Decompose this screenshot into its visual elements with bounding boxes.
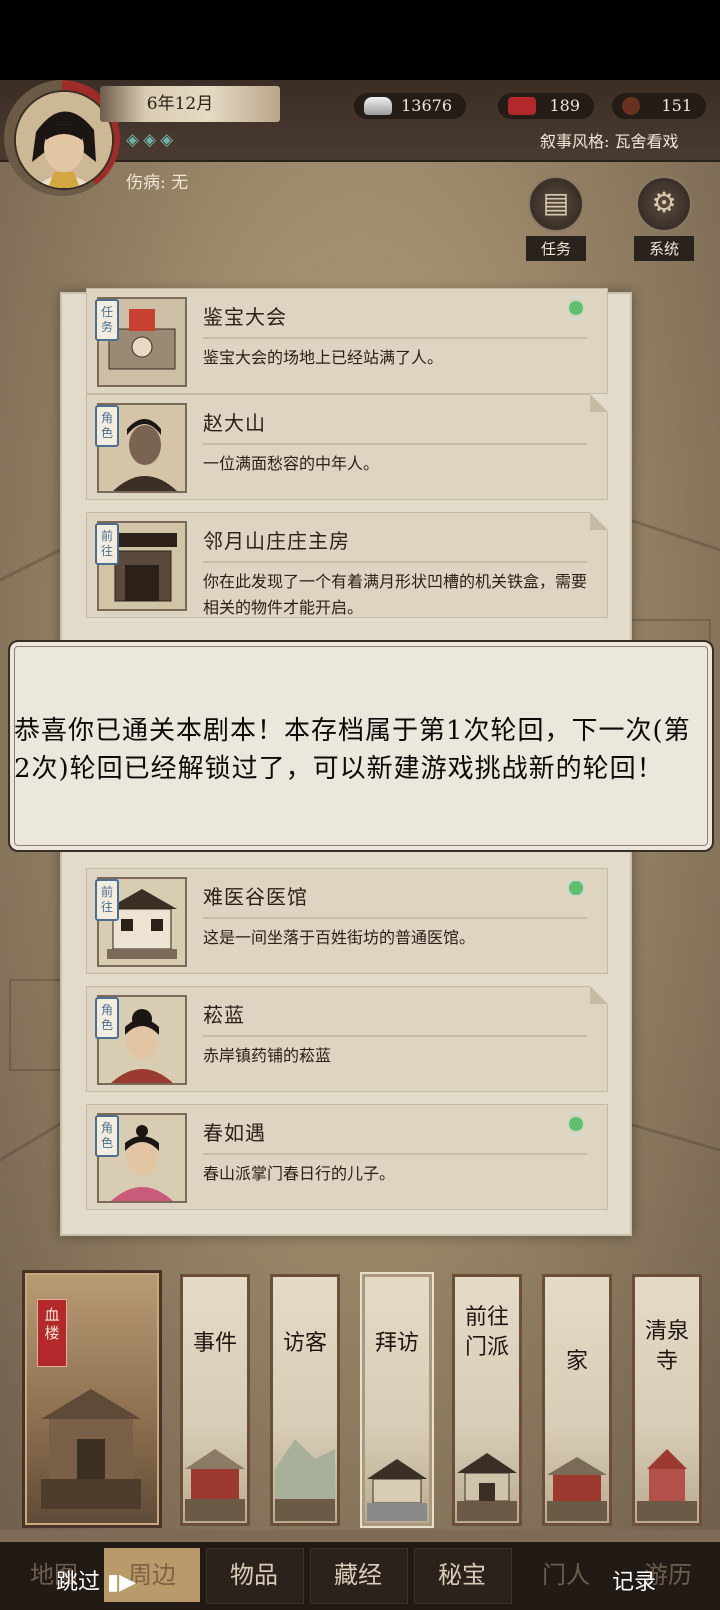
card-title: 春如遇: [203, 1121, 266, 1145]
nav-scriptures[interactable]: 藏经: [310, 1548, 406, 1602]
card-title: 菘蓝: [203, 1003, 245, 1027]
token-icon: [622, 97, 640, 115]
rank-diamonds-icon: ◈◈◈: [126, 130, 178, 150]
system-label: 系统: [634, 236, 694, 261]
location-visitor[interactable]: 访客: [270, 1274, 340, 1526]
page-fold-icon: [590, 986, 608, 1004]
new-indicator-icon: [567, 879, 585, 897]
record-button[interactable]: 记录: [612, 1564, 656, 1596]
gate-illustration: [41, 1389, 141, 1509]
location-name: 前往门派: [464, 1305, 509, 1360]
divider: [203, 1035, 587, 1037]
card-title: 难医谷医馆: [203, 885, 308, 909]
injury-status: 伤病: 无: [126, 173, 189, 193]
card-title: 邻月山庄庄主房: [203, 529, 350, 553]
task-button[interactable]: ▤ 任务: [526, 176, 586, 261]
location-name: 清泉寺: [644, 1319, 689, 1374]
divider: [203, 917, 587, 919]
card-title: 赵大山: [203, 411, 266, 435]
location-name: 事件: [192, 1331, 237, 1356]
card-description: 你在此发现了一个有着满月形状凹槽的机关铁盒，需要相关的物件才能开启。: [203, 572, 588, 617]
list-item[interactable]: 角色 赵大山 一位满面愁容的中年人。: [86, 394, 608, 500]
card-tag: 前往: [95, 523, 119, 565]
scenery-illustration: [457, 1453, 517, 1521]
location-home[interactable]: 家: [542, 1274, 612, 1526]
location-event[interactable]: 事件: [180, 1274, 250, 1526]
divider: [203, 337, 587, 339]
scroll-icon: ▤: [528, 176, 584, 232]
list-item[interactable]: 前往 难医谷医馆 这是一间坐落于百姓街坊的普通医馆。: [86, 868, 608, 974]
status-bar: [0, 0, 720, 80]
game-date: 6年12月: [146, 94, 214, 114]
card-tag: 前往: [95, 879, 119, 921]
card-tag: 任务: [95, 299, 119, 341]
card-description: 春山派掌门春日行的儿子。: [203, 1164, 396, 1183]
list-item[interactable]: 角色 菘蓝 赤岸镇药铺的菘蓝: [86, 986, 608, 1092]
location-name: 拜访: [374, 1331, 419, 1356]
coin-counter: 151: [612, 93, 706, 119]
scenery-illustration: [367, 1459, 427, 1521]
flag-value: 189: [549, 96, 580, 115]
card-description: 一位满面愁容的中年人。: [203, 454, 380, 473]
scenery-illustration: [637, 1449, 697, 1521]
dialog-message: 恭喜你已通关本剧本！本存档属于第1次轮回，下一次(第2次)轮回已经解锁过了，可以…: [14, 716, 691, 784]
card-description: 赤岸镇药铺的菘蓝: [203, 1046, 332, 1065]
gear-icon: ⚙: [636, 176, 692, 232]
silver-counter: 13676: [354, 93, 466, 119]
silver-ingot-icon: [364, 97, 392, 115]
task-label: 任务: [526, 236, 586, 261]
new-indicator-icon: [567, 1115, 585, 1133]
page-fold-icon: [590, 394, 608, 412]
coin-value: 151: [661, 96, 692, 115]
card-tag: 角色: [95, 1115, 119, 1157]
location-qingquan-temple[interactable]: 清泉寺: [632, 1274, 702, 1526]
nav-items[interactable]: 物品: [206, 1548, 302, 1602]
new-indicator-icon: [567, 299, 585, 317]
narrative-style[interactable]: 叙事风格: 瓦舍看戏: [540, 128, 678, 152]
list-item[interactable]: 任务 鉴宝大会 鉴宝大会的场地上已经站满了人。: [86, 288, 608, 394]
card-title: 鉴宝大会: [203, 305, 287, 329]
location-visit[interactable]: 拜访: [362, 1274, 432, 1526]
location-name: 访客: [282, 1331, 327, 1356]
current-location-card[interactable]: 血楼: [22, 1270, 162, 1528]
page-fold-icon: [590, 512, 608, 530]
divider: [203, 1153, 587, 1155]
scenery-illustration: [185, 1449, 245, 1521]
location-go-to-sect[interactable]: 前往门派: [452, 1274, 522, 1526]
scenery-illustration: [275, 1439, 335, 1521]
skip-button[interactable]: 跳过 ▮▶: [56, 1564, 136, 1596]
system-button[interactable]: ⚙ 系统: [634, 176, 694, 261]
list-item[interactable]: 前往 邻月山庄庄主房 你在此发现了一个有着满月形状凹槽的机关铁盒，需要相关的物件…: [86, 512, 608, 618]
card-description: 鉴宝大会的场地上已经站满了人。: [203, 348, 444, 367]
flag-counter: 189: [498, 93, 594, 119]
divider: [203, 443, 587, 445]
divider: [203, 561, 587, 563]
nav-treasures[interactable]: 秘宝: [414, 1548, 510, 1602]
player-avatar[interactable]: [14, 90, 114, 190]
list-item[interactable]: 角色 春如遇 春山派掌门春日行的儿子。: [86, 1104, 608, 1210]
location-name: 家: [565, 1349, 588, 1374]
location-badge: 血楼: [37, 1299, 67, 1367]
card-tag: 角色: [95, 997, 119, 1039]
scenery-illustration: [547, 1457, 607, 1521]
card-description: 这是一间坐落于百姓街坊的普通医馆。: [203, 928, 476, 947]
nav-disciples[interactable]: 门人: [518, 1548, 614, 1602]
card-tag: 角色: [95, 405, 119, 447]
banner-icon: [508, 97, 536, 115]
silver-value: 13676: [401, 96, 452, 115]
